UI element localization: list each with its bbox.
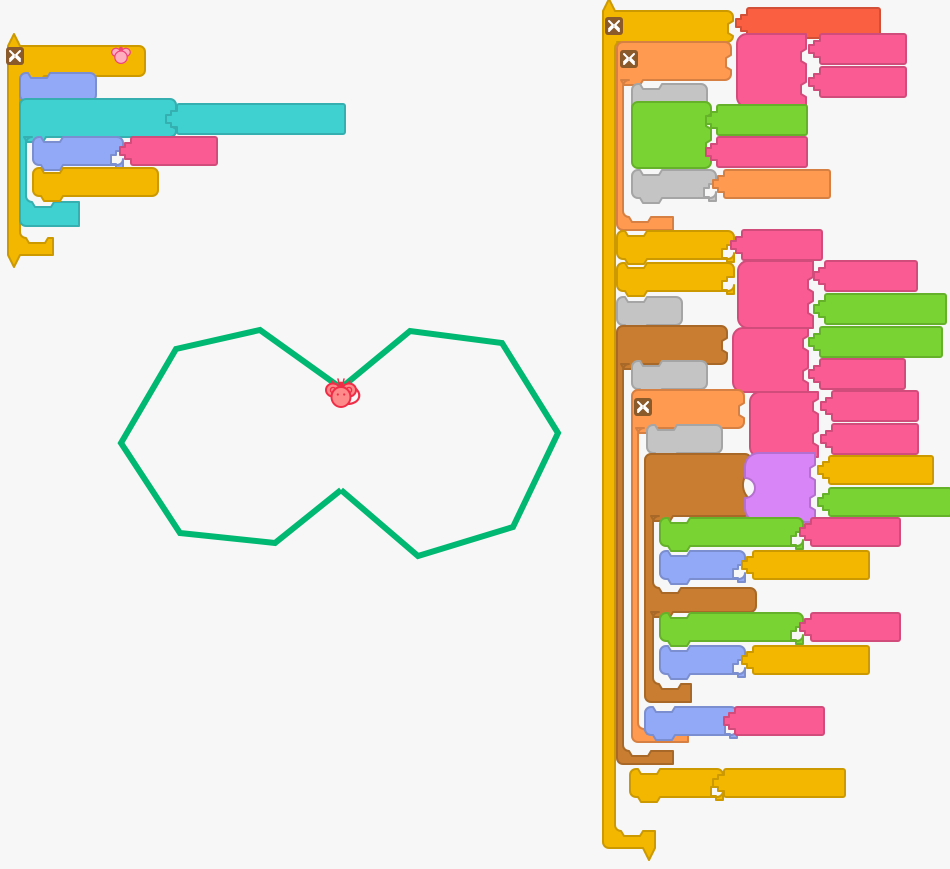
scalar-step-value-1[interactable] — [799, 517, 901, 547]
set-color-block[interactable] — [32, 136, 124, 171]
print-block[interactable] — [631, 169, 717, 204]
mouse-sprite[interactable] — [325, 378, 361, 408]
right-block[interactable] — [659, 550, 746, 585]
repeat-multiply-left[interactable] — [808, 326, 943, 358]
scalar-step-block-1[interactable] — [659, 517, 804, 552]
pitch-octave-value[interactable] — [705, 136, 808, 168]
note-1-expand-icon[interactable] — [620, 50, 638, 68]
workspace-canvas[interactable] — [0, 0, 950, 869]
note-1-divide-op[interactable] — [736, 33, 807, 108]
box2-divide-op[interactable] — [737, 260, 814, 329]
action-call-block[interactable] — [32, 167, 159, 202]
note-2-divide-denominator[interactable] — [820, 423, 919, 455]
note-2-divide-op[interactable] — [749, 391, 819, 458]
right-value[interactable] — [741, 550, 870, 580]
box2-divide-denominator[interactable] — [813, 293, 947, 325]
pitch-name-value[interactable] — [705, 104, 808, 136]
pitch-block[interactable] — [631, 101, 712, 169]
note-2-expand-icon[interactable] — [634, 398, 652, 416]
box2-setter[interactable] — [616, 262, 735, 297]
less-than-left[interactable] — [817, 455, 934, 485]
repeat-multiply-op[interactable] — [732, 327, 809, 393]
less-than-op[interactable] — [744, 452, 816, 523]
box2-divide-numerator[interactable] — [813, 260, 918, 292]
left-heptagon — [117, 326, 343, 547]
box1-setter[interactable] — [616, 230, 735, 265]
left-block[interactable] — [659, 645, 746, 680]
add-1-to-block[interactable] — [629, 768, 724, 803]
note-1-divide-numerator[interactable] — [808, 33, 907, 65]
guitar-value[interactable] — [165, 103, 346, 135]
box1-value[interactable] — [730, 229, 823, 261]
repeat-multiply-right[interactable] — [808, 358, 906, 390]
music-blocks-workspace[interactable] — [0, 0, 950, 869]
scalar-step-block-2[interactable] — [659, 612, 804, 647]
scalar-step-value-2[interactable] — [799, 612, 901, 642]
action-expand-icon[interactable] — [605, 17, 623, 35]
right-heptagon — [339, 327, 562, 560]
set-color-value[interactable] — [119, 136, 218, 166]
note-1-divide-denominator[interactable] — [808, 66, 907, 98]
add-1-to-value[interactable] — [712, 768, 846, 798]
forward-value[interactable] — [723, 706, 825, 736]
print-value[interactable] — [712, 169, 831, 199]
note-2-divide-numerator[interactable] — [820, 390, 919, 422]
start-expand-icon[interactable] — [6, 47, 24, 65]
left-value[interactable] — [741, 645, 870, 675]
less-than-right[interactable] — [817, 487, 950, 517]
